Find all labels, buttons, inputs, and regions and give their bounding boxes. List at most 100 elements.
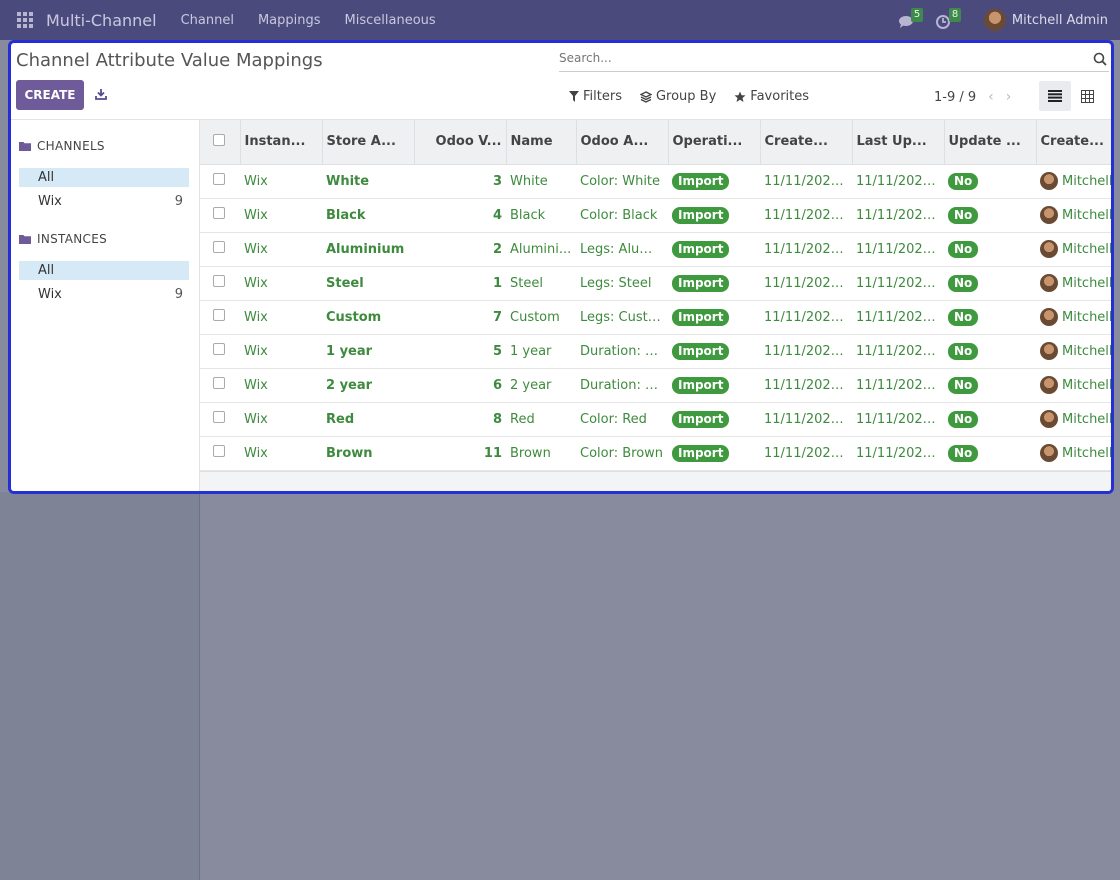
cell-operation[interactable]: Import xyxy=(668,368,760,403)
cell-last-updated[interactable]: 11/11/2022 ... xyxy=(852,368,944,403)
table-row[interactable]: Wix Black 4 Black Color: Black Import 11/11/20… xyxy=(200,198,1111,233)
cell-store-attribute[interactable]: Brown xyxy=(322,436,414,471)
cell-store-attribute[interactable]: Steel xyxy=(322,266,414,301)
cell-created-on[interactable]: 11/11/2022 ... xyxy=(760,198,852,233)
cell-created-on[interactable]: 11/11/2022 ... xyxy=(760,266,852,301)
channel-filter-all[interactable]: All xyxy=(19,168,189,187)
apps-grid-icon[interactable] xyxy=(17,12,33,28)
cell-name[interactable]: 1 year xyxy=(506,334,576,369)
row-checkbox-cell[interactable] xyxy=(200,232,240,267)
table-row[interactable]: Wix Red 8 Red Color: Red Import 11/11/2022 ...… xyxy=(200,402,1111,437)
cell-operation[interactable]: Import xyxy=(668,334,760,369)
row-checkbox-cell[interactable] xyxy=(200,402,240,437)
groupby-button[interactable]: Group By xyxy=(639,89,716,104)
list-view-button[interactable] xyxy=(1039,81,1071,111)
table-row[interactable]: Wix Custom 7 Custom Legs: Custom Import 11/11/… xyxy=(200,300,1111,335)
cell-name[interactable]: White xyxy=(506,164,576,199)
row-checkbox-cell[interactable] xyxy=(200,198,240,233)
cell-name[interactable]: Red xyxy=(506,402,576,437)
pivot-view-button[interactable] xyxy=(1071,81,1103,111)
cell-operation[interactable]: Import xyxy=(668,164,760,199)
messages-button[interactable]: 5 xyxy=(898,8,924,30)
download-icon[interactable] xyxy=(95,88,107,100)
row-checkbox[interactable] xyxy=(213,207,225,219)
cell-odoo-attribute[interactable]: Legs: Alumi... xyxy=(576,232,668,267)
search-input[interactable] xyxy=(559,46,1079,70)
cell-odoo-value[interactable]: 3 xyxy=(414,164,506,199)
cell-last-updated[interactable]: 11/11/2022 ... xyxy=(852,198,944,233)
menu-miscellaneous[interactable]: Miscellaneous xyxy=(345,13,436,28)
select-all-checkbox-cell[interactable] xyxy=(200,120,241,165)
cell-instance[interactable]: Wix xyxy=(240,334,322,369)
column-header-created-by[interactable]: Create... xyxy=(1036,120,1111,165)
table-row[interactable]: Wix 1 year 5 1 year Duration: 1 ... Import 11/… xyxy=(200,334,1111,369)
column-header-last-updated[interactable]: Last Up... xyxy=(852,120,945,165)
cell-name[interactable]: Black xyxy=(506,198,576,233)
row-checkbox[interactable] xyxy=(213,411,225,423)
row-checkbox[interactable] xyxy=(213,275,225,287)
cell-created-by[interactable]: Mitchell... xyxy=(1036,266,1111,301)
cell-odoo-attribute[interactable]: Color: Red xyxy=(576,402,668,437)
cell-store-attribute[interactable]: Custom xyxy=(322,300,414,335)
cell-odoo-attribute[interactable]: Legs: Custom xyxy=(576,300,668,335)
pager-previous-icon[interactable]: ‹ xyxy=(988,89,994,105)
row-checkbox[interactable] xyxy=(213,343,225,355)
row-checkbox-cell[interactable] xyxy=(200,164,240,199)
cell-created-on[interactable]: 11/11/2022 ... xyxy=(760,402,852,437)
cell-store-attribute[interactable]: Aluminium xyxy=(322,232,414,267)
cell-last-updated[interactable]: 11/11/2022 ... xyxy=(852,232,944,267)
row-checkbox-cell[interactable] xyxy=(200,334,240,369)
cell-instance[interactable]: Wix xyxy=(240,232,322,267)
cell-update-required[interactable]: No xyxy=(944,436,1036,471)
cell-store-attribute[interactable]: White xyxy=(322,164,414,199)
cell-operation[interactable]: Import xyxy=(668,198,760,233)
pager-next-icon[interactable]: › xyxy=(1006,89,1012,105)
cell-created-by[interactable]: Mitchell... xyxy=(1036,436,1111,471)
row-checkbox-cell[interactable] xyxy=(200,368,240,403)
select-all-checkbox[interactable] xyxy=(213,133,225,146)
cell-created-on[interactable]: 11/11/2022 ... xyxy=(760,232,852,267)
cell-instance[interactable]: Wix xyxy=(240,198,322,233)
cell-created-by[interactable]: Mitchell... xyxy=(1036,334,1111,369)
cell-created-by[interactable]: Mitchell... xyxy=(1036,300,1111,335)
cell-odoo-value[interactable]: 2 xyxy=(414,232,506,267)
column-header-instance[interactable]: Instan... xyxy=(240,120,323,165)
cell-last-updated[interactable]: 11/11/2022 ... xyxy=(852,300,944,335)
cell-instance[interactable]: Wix xyxy=(240,436,322,471)
channel-filter-wix[interactable]: Wix 9 xyxy=(19,192,189,211)
row-checkbox-cell[interactable] xyxy=(200,300,240,335)
table-row[interactable]: Wix White 3 White Color: White Import 11/11/20… xyxy=(200,164,1111,199)
cell-instance[interactable]: Wix xyxy=(240,402,322,437)
menu-mappings[interactable]: Mappings xyxy=(258,13,321,28)
create-button[interactable]: CREATE xyxy=(16,80,84,110)
cell-odoo-value[interactable]: 11 xyxy=(414,436,506,471)
row-checkbox[interactable] xyxy=(213,241,225,253)
cell-name[interactable]: Steel xyxy=(506,266,576,301)
cell-instance[interactable]: Wix xyxy=(240,164,322,199)
cell-created-on[interactable]: 11/11/2022 ... xyxy=(760,164,852,199)
cell-instance[interactable]: Wix xyxy=(240,368,322,403)
table-row[interactable]: Wix Brown 11 Brown Color: Brown Import 11/11/2… xyxy=(200,436,1111,471)
cell-operation[interactable]: Import xyxy=(668,232,760,267)
column-header-store-attribute[interactable]: Store A... xyxy=(322,120,415,165)
cell-created-on[interactable]: 11/11/2022 ... xyxy=(760,334,852,369)
cell-odoo-value[interactable]: 8 xyxy=(414,402,506,437)
search-icon[interactable] xyxy=(1093,52,1107,66)
cell-update-required[interactable]: No xyxy=(944,198,1036,233)
cell-odoo-attribute[interactable]: Duration: 2 ... xyxy=(576,368,668,403)
column-header-odoo-value[interactable]: Odoo V... xyxy=(414,120,507,165)
cell-created-on[interactable]: 11/11/2022 ... xyxy=(760,300,852,335)
column-header-operation[interactable]: Operati... xyxy=(668,120,761,165)
row-checkbox-cell[interactable] xyxy=(200,436,240,471)
cell-operation[interactable]: Import xyxy=(668,436,760,471)
cell-update-required[interactable]: No xyxy=(944,402,1036,437)
instance-filter-all[interactable]: All xyxy=(19,261,189,280)
cell-operation[interactable]: Import xyxy=(668,402,760,437)
cell-operation[interactable]: Import xyxy=(668,300,760,335)
table-row[interactable]: Wix 2 year 6 2 year Duration: 2 ... Import 11/… xyxy=(200,368,1111,403)
cell-odoo-attribute[interactable]: Color: White xyxy=(576,164,668,199)
cell-created-by[interactable]: Mitchell... xyxy=(1036,164,1111,199)
cell-odoo-value[interactable]: 7 xyxy=(414,300,506,335)
cell-created-by[interactable]: Mitchell... xyxy=(1036,198,1111,233)
row-checkbox[interactable] xyxy=(213,173,225,185)
